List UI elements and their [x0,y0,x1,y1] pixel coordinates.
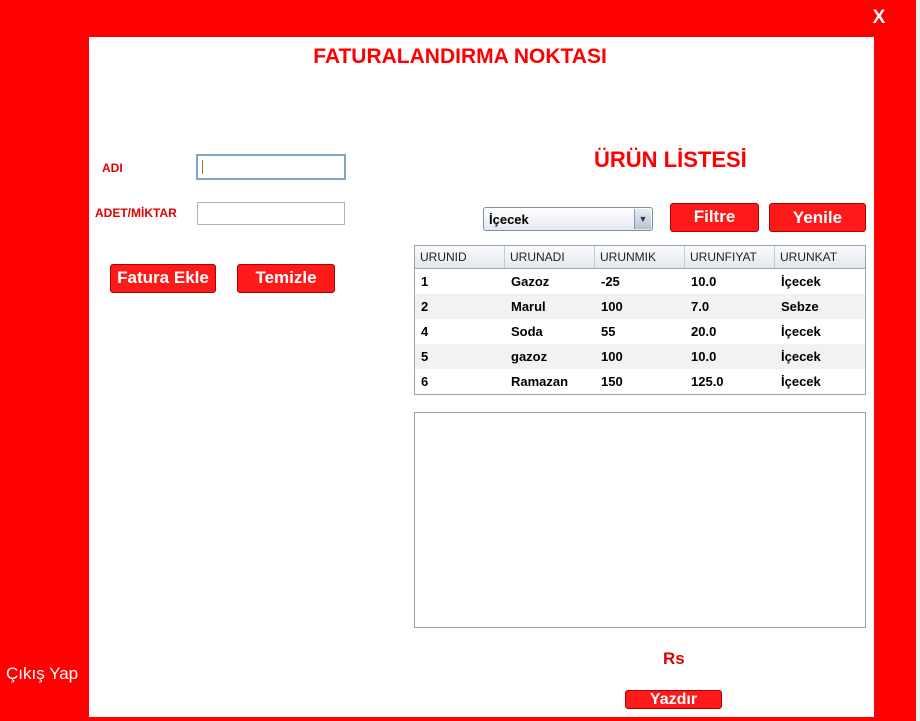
cell-urunmik: 100 [601,349,623,364]
cell-urunadi: Gazoz [511,274,550,289]
cell-urunadi: gazoz [511,349,548,364]
cell-urunkat: İçecek [781,349,821,364]
table-row[interactable]: 6 Ramazan 150 125.0 İçecek [415,369,865,394]
cell-urunmik: 100 [601,299,623,314]
add-invoice-button[interactable]: Fatura Ekle [110,264,216,293]
cell-urunid: 2 [421,299,429,314]
cell-urunfiyat: 20.0 [691,324,717,339]
table-header: URUNID URUNADI URUNMIK URUNFIYAT URUNKAT [415,246,865,269]
table-row[interactable]: 4 Soda 55 20.0 İçecek [415,319,865,344]
text-caret [202,160,203,174]
cell-urunmik: 150 [601,374,623,389]
column-header-urunmik[interactable]: URUNMIK [595,246,685,268]
table-row[interactable]: 2 Marul 100 7.0 Sebze [415,294,865,319]
column-header-urunadi[interactable]: URUNADI [505,246,595,268]
billing-panel: FATURALANDIRMA NOKTASI ADI ADET/MİKTAR F… [89,37,874,717]
product-table[interactable]: URUNID URUNADI URUNMIK URUNFIYAT URUNKAT… [414,245,866,395]
filter-button[interactable]: Filtre [670,203,759,232]
table-row[interactable]: 1 Gazoz -25 10.0 İçecek [415,269,865,294]
refresh-button[interactable]: Yenile [769,203,866,232]
logout-link[interactable]: Çıkış Yap [6,664,78,684]
column-header-urunid[interactable]: URUNID [415,246,505,268]
cell-urunmik: 55 [601,324,616,339]
cell-urunfiyat: 10.0 [691,274,717,289]
cell-urunkat: İçecek [781,274,821,289]
table-row[interactable]: 5 gazoz 100 10.0 İçecek [415,344,865,369]
window-edge [916,0,920,721]
column-header-urunkat[interactable]: URUNKAT [775,246,865,268]
quantity-field[interactable] [197,202,345,225]
category-select[interactable]: İçecek ▼ [483,207,653,231]
cell-urunkat: İçecek [781,374,821,389]
cell-urunfiyat: 10.0 [691,349,717,364]
cell-urunkat: İçecek [781,324,821,339]
invoice-text-area[interactable] [414,412,866,628]
quantity-label: ADET/MİKTAR [95,206,177,220]
cell-urunid: 4 [421,324,429,339]
total-label: Rs [663,649,685,668]
page-title: FATURALANDIRMA NOKTASI [313,45,607,68]
cell-urunadi: Soda [511,324,543,339]
cell-urunadi: Ramazan [511,374,569,389]
cell-urunfiyat: 125.0 [691,374,724,389]
name-field[interactable] [196,154,346,180]
cell-urunid: 5 [421,349,429,364]
column-header-urunfiyat[interactable]: URUNFIYAT [685,246,775,268]
cell-urunid: 1 [421,274,429,289]
close-button[interactable]: X [868,6,890,30]
chevron-down-icon: ▼ [634,209,651,229]
cell-urunadi: Marul [511,299,546,314]
cell-urunid: 6 [421,374,429,389]
category-select-value: İçecek [489,212,529,227]
clear-button[interactable]: Temizle [237,264,335,293]
cell-urunfiyat: 7.0 [691,299,710,314]
name-label: ADI [102,161,123,175]
cell-urunkat: Sebze [781,299,819,314]
print-button[interactable]: Yazdır [625,690,722,709]
product-list-title: ÜRÜN LİSTESİ [594,147,747,172]
cell-urunmik: -25 [601,274,620,289]
